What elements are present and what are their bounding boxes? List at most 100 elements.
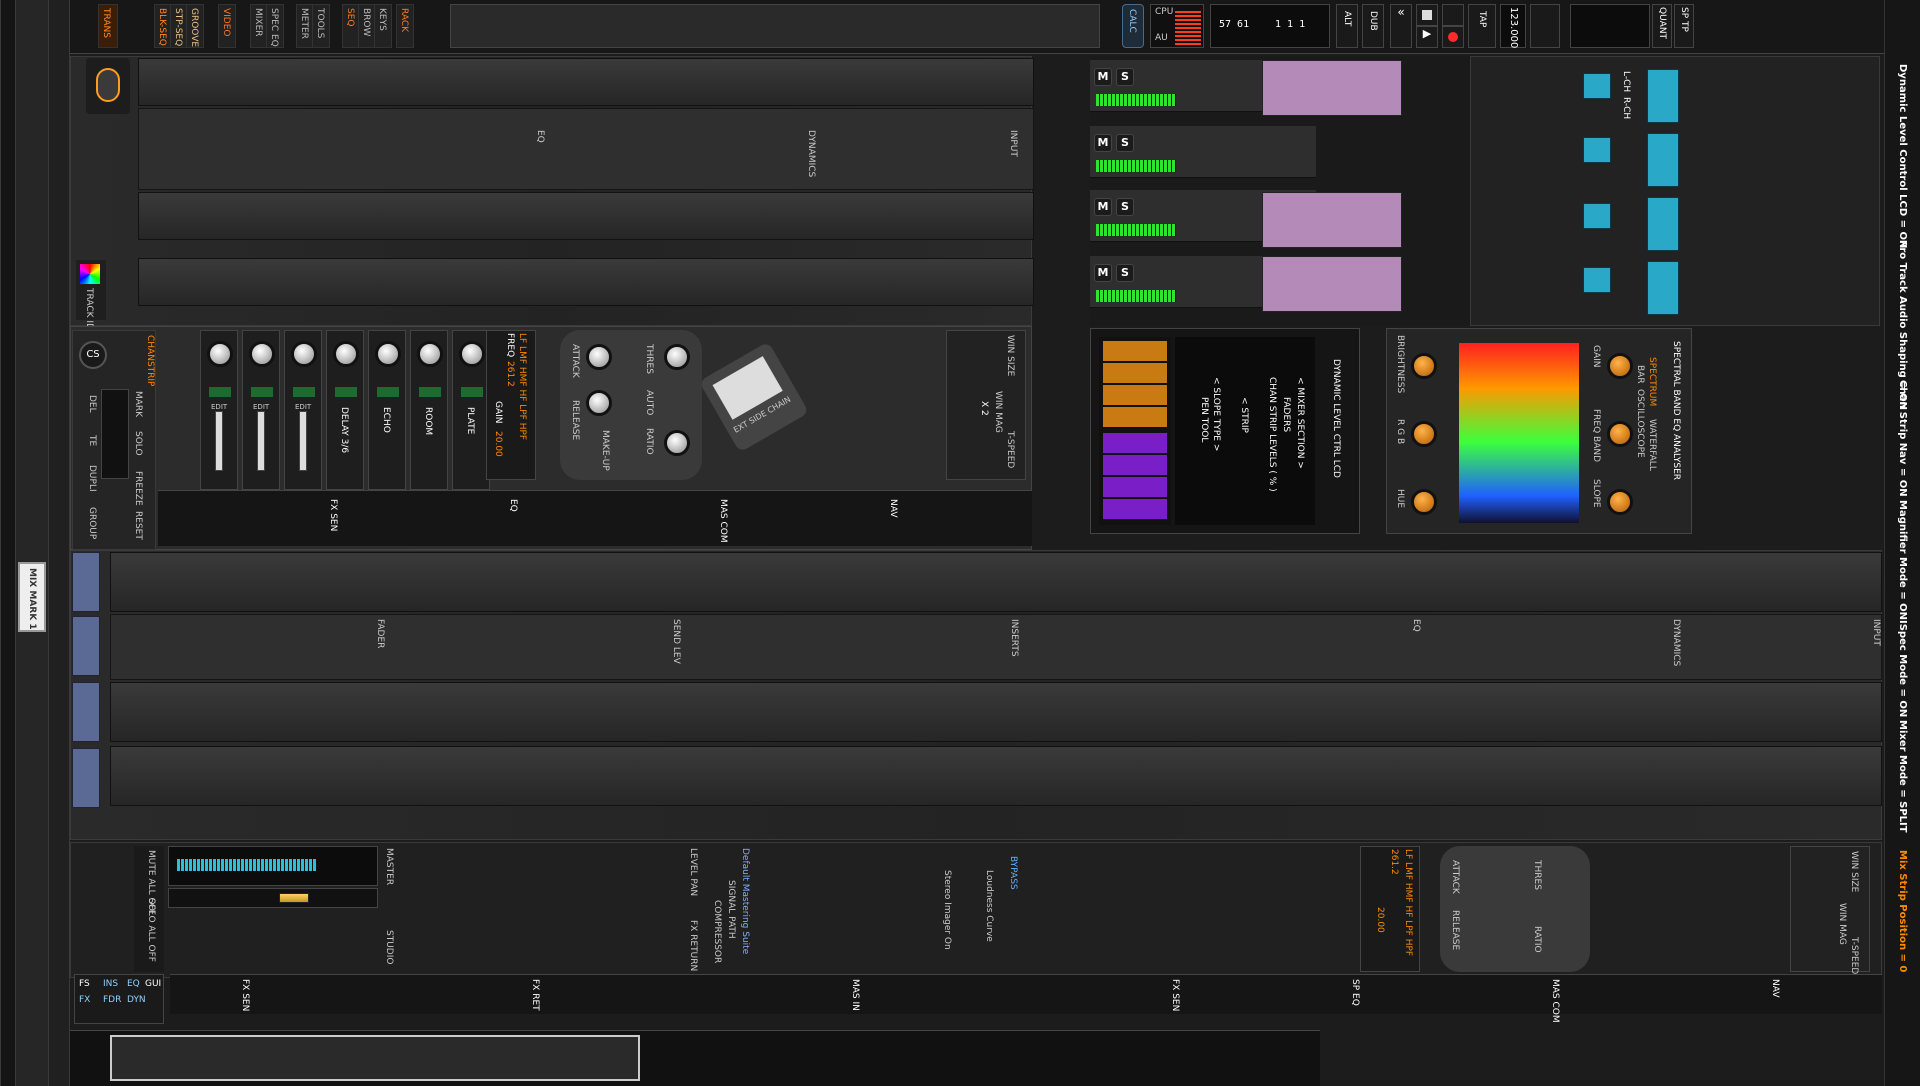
gain-knob[interactable] <box>1607 353 1633 379</box>
device-indicator <box>1647 197 1679 251</box>
solo-button[interactable]: S <box>1116 264 1134 282</box>
navigator-viewport[interactable] <box>110 1035 640 1081</box>
device-indicator <box>1647 261 1679 315</box>
trans-button[interactable]: TRANS <box>98 4 118 48</box>
fx-slot[interactable]: DELAY 3/6 <box>326 330 364 490</box>
mixer-channel-name[interactable] <box>72 748 100 808</box>
dub-button[interactable]: DUB <box>1362 4 1384 48</box>
label-input: INPUT <box>1008 130 1018 157</box>
cs-number-grid[interactable] <box>101 389 129 479</box>
attack-knob[interactable] <box>586 344 612 370</box>
device-indicator <box>1647 69 1679 123</box>
fx-slot[interactable]: EDIT <box>242 330 280 490</box>
audio-clip[interactable] <box>1262 256 1402 312</box>
song-scrollbar[interactable] <box>450 4 1100 48</box>
hue-knob[interactable] <box>1411 489 1437 515</box>
dynamic-level-lcd: < MIXER SECTION > FADERS CHAN STRIP LEVE… <box>1090 328 1360 534</box>
calc-button[interactable]: CALC <box>1122 4 1144 48</box>
fx-slot[interactable]: EDIT <box>200 330 238 490</box>
record-button[interactable] <box>1442 26 1464 48</box>
mixer-row-1 <box>110 552 1882 612</box>
status-column: Dynamic Level Control LCD = ON Pro Track… <box>1884 0 1920 1086</box>
rgb-knob[interactable] <box>1411 421 1437 447</box>
keys-button[interactable]: KEYS <box>374 4 392 48</box>
strip-row-1 <box>138 58 1034 106</box>
mixer-channel-name[interactable] <box>72 682 100 742</box>
mixer-channel-name[interactable] <box>72 552 100 612</box>
audio-clip[interactable] <box>1262 192 1402 248</box>
compressor-mini-panel-2: ATTACK RELEASE THRES RATIO <box>1440 846 1590 972</box>
solo-button[interactable]: S <box>1116 198 1134 216</box>
rack-navigator[interactable] <box>70 1030 1320 1086</box>
alt-button[interactable]: ALT <box>1336 4 1358 48</box>
video-button[interactable]: VIDEO <box>218 4 236 48</box>
spectrum-analyser: BRIGHTNESS R G B HUE GAIN FREQ BAND SLOP… <box>1386 328 1692 534</box>
quant-button[interactable]: QUANT <box>1652 4 1672 48</box>
loop-button[interactable] <box>1442 4 1464 26</box>
master-fader[interactable] <box>168 888 378 908</box>
nav-eq[interactable]: EQ <box>508 499 518 512</box>
color-swatch[interactable] <box>80 264 100 284</box>
track-meter <box>1096 224 1176 236</box>
rack-button[interactable]: RACK <box>396 4 414 48</box>
master-mute-solo: MUTE ALL OFF SOLO ALL OFF <box>134 846 164 972</box>
solo-button[interactable]: S <box>1116 68 1134 86</box>
metronome-button[interactable] <box>1530 4 1560 48</box>
tap-button[interactable]: TAP <box>1468 4 1496 48</box>
fx-slot[interactable]: ECHO <box>368 330 406 490</box>
rewind-button[interactable]: « <box>1390 4 1412 48</box>
seq-track[interactable]: M S <box>1090 126 1316 178</box>
tools-button[interactable]: TOOLS <box>312 4 330 48</box>
brightness-knob[interactable] <box>1411 353 1437 379</box>
nav-mas-com[interactable]: MAS COM <box>718 499 728 543</box>
spectrum-display[interactable] <box>1459 343 1579 523</box>
nav-fx-sen[interactable]: FX SEN <box>328 499 338 531</box>
mix-mark[interactable]: MIX MARK 1 <box>18 562 46 632</box>
fx-slot[interactable]: ROOM <box>410 330 448 490</box>
loop-locators <box>1570 4 1650 48</box>
stop-button[interactable] <box>1416 4 1438 26</box>
track-id-panel: TRACK ID <box>76 260 106 330</box>
spec-eq-button[interactable]: SPEC EQ <box>266 4 284 48</box>
bottom-nav-row: FX SEN FX RET MAS IN FX SEN SP EQ MAS CO… <box>170 974 1882 1023</box>
fx-slot[interactable]: PLATE <box>452 330 490 490</box>
fx-slot[interactable]: EDIT <box>284 330 322 490</box>
thres-knob[interactable] <box>664 344 690 370</box>
chanstrip-nav-row: FX SEN EQ MAS COM NAV <box>158 490 1032 546</box>
eq-mini-panel: LF LMF HMF HF LPF HPF FREQ 261.2 GAIN 20… <box>486 330 536 480</box>
right-device-rack: L-CH R-CH <box>1470 56 1880 326</box>
release-knob[interactable] <box>586 390 612 416</box>
mute-button[interactable]: M <box>1094 134 1112 152</box>
slope-knob[interactable] <box>1607 489 1633 515</box>
position-display: 57 61 1 1 1 <box>1210 4 1330 48</box>
upper-rail-knob <box>86 58 130 114</box>
cpu-bar <box>1175 11 1201 45</box>
audio-clip[interactable] <box>1262 60 1402 116</box>
cs-button[interactable]: CS <box>79 341 107 369</box>
mixer-channel-names <box>72 552 102 814</box>
solo-button[interactable]: S <box>1116 134 1134 152</box>
label-eq: EQ <box>535 130 545 143</box>
tempo-display[interactable]: 123.000 <box>1500 4 1526 48</box>
mute-button[interactable]: M <box>1094 68 1112 86</box>
view-toggle-panel: FS INS FX FDR DYN EQ GUI <box>74 974 164 1024</box>
track-meter <box>1096 160 1176 172</box>
track-meter <box>1096 94 1176 106</box>
groove-button[interactable]: GROOVE <box>186 4 204 48</box>
left-rack-rail <box>0 0 16 1086</box>
play-button[interactable]: ▶ <box>1416 26 1438 48</box>
nav-nav[interactable]: NAV <box>888 499 898 517</box>
ratio-knob[interactable] <box>664 430 690 456</box>
strip-row-3 <box>138 258 1034 306</box>
freq-band-knob[interactable] <box>1607 421 1633 447</box>
fx-send-slots: EDIT EDIT EDIT DELAY 3/6 ECHO ROOM PLATE <box>200 330 490 490</box>
sp-tp-button[interactable]: SP TP <box>1674 4 1694 48</box>
level-bars <box>1099 337 1171 525</box>
mute-button[interactable]: M <box>1094 264 1112 282</box>
mixer-mid-band: FADER SEND LEV INSERTS EQ DYNAMICS INPUT <box>110 614 1882 680</box>
master-meter <box>168 846 378 886</box>
mute-button[interactable]: M <box>1094 198 1112 216</box>
device-indicator <box>1583 267 1611 293</box>
left-rack-rail-2 <box>48 0 70 1086</box>
mixer-channel-name[interactable] <box>72 616 100 676</box>
